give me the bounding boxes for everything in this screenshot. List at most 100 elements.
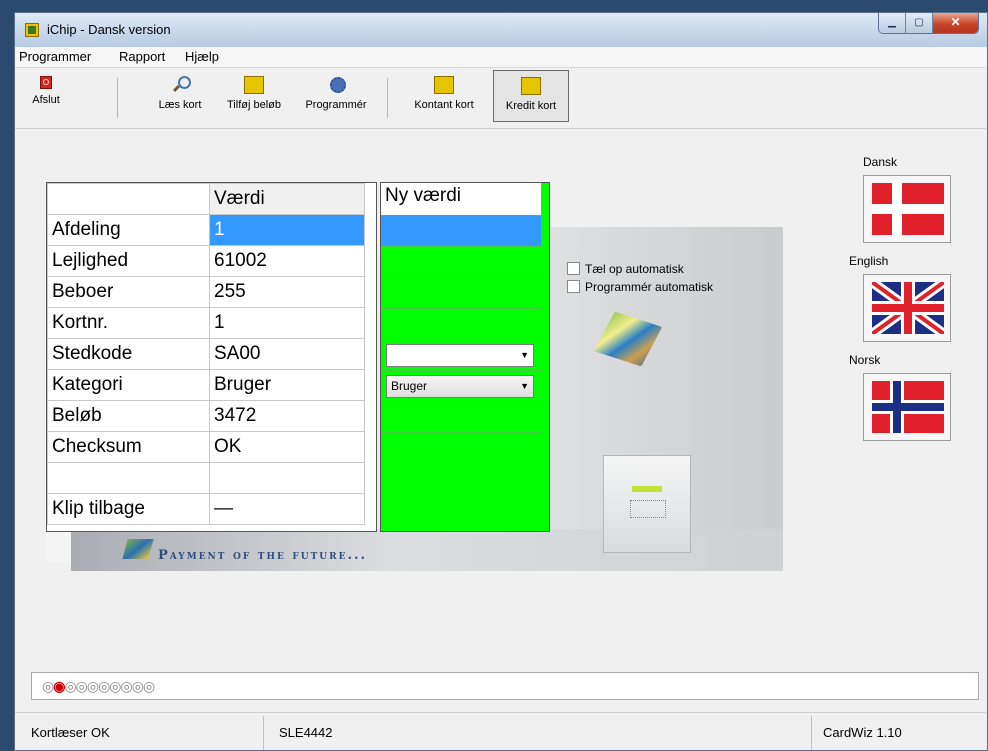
credit-card-icon (521, 77, 541, 95)
row-value[interactable] (209, 462, 365, 494)
card-terminal-image (603, 455, 691, 553)
tilfoj-belob-label: Tilføj beløb (227, 99, 281, 111)
row-label: Kategori (47, 369, 210, 401)
laes-kort-label: Læs kort (158, 99, 202, 111)
kontant-kort-button[interactable]: Kontant kort (399, 70, 489, 122)
checkbox-box[interactable] (567, 280, 580, 293)
kategori-dropdown[interactable]: Bruger ▼ (386, 375, 534, 398)
row-label: Lejlighed (47, 245, 210, 277)
toolbar-separator (387, 78, 388, 118)
grid-row[interactable]: Beløb 3472 (47, 400, 365, 432)
new-value-cell[interactable]: ▼ (381, 340, 541, 371)
grid-row[interactable] (47, 462, 365, 494)
toolbar-separator (117, 78, 118, 118)
new-value-cell[interactable] (381, 247, 541, 278)
new-value-header: Ny værdi (381, 183, 541, 216)
chevron-down-icon: ▼ (520, 350, 529, 360)
new-value-cell[interactable] (381, 278, 541, 309)
grid-row[interactable]: Checksum OK (47, 431, 365, 463)
row-value[interactable]: 1 (209, 214, 365, 246)
status-separator (263, 716, 264, 750)
afslut-label: Afslut (32, 94, 60, 106)
title-bar: iChip - Dansk version ▁ ▢ ✕ (15, 13, 987, 48)
row-label: Beløb (47, 400, 210, 432)
maximize-button[interactable]: ▢ (906, 13, 933, 33)
danish-flag-icon (872, 183, 944, 235)
row-label: Kortnr. (47, 307, 210, 339)
row-label: Afdeling (47, 214, 210, 246)
grid-row[interactable]: Klip tilbage — (47, 493, 365, 525)
card-values-grid: Værdi Afdeling 1 Lejlighed 61002 Beboer 255… (46, 182, 377, 532)
grid-row[interactable]: Beboer 255 (47, 276, 365, 308)
new-value-cell[interactable]: Bruger ▼ (381, 371, 541, 402)
programmer-auto-checkbox[interactable]: Programmér automatisk (567, 280, 713, 294)
english-label: English (849, 254, 889, 268)
menu-rapport[interactable]: Rapport (119, 49, 165, 64)
afslut-button[interactable]: O Afslut (23, 70, 69, 122)
app-version: CardWiz 1.10 (823, 725, 902, 740)
new-value-cell[interactable] (381, 216, 541, 247)
tilfoj-belob-button[interactable]: Tilføj beløb (217, 70, 291, 122)
cash-card-icon (434, 76, 454, 94)
chip-type: SLE4442 (279, 725, 333, 740)
programmer-label: Programmér (305, 99, 367, 111)
grid-row[interactable]: Kategori Bruger (47, 369, 365, 401)
danish-flag-button[interactable] (863, 175, 951, 243)
row-value[interactable]: 1 (209, 307, 365, 339)
row-value[interactable]: 61002 (209, 245, 365, 277)
magnifier-icon (170, 76, 191, 94)
new-value-cell[interactable] (381, 402, 541, 433)
grid-row[interactable]: Stedkode SA00 (47, 338, 365, 370)
stedkode-dropdown[interactable]: ▼ (386, 344, 534, 367)
kredit-kort-button[interactable]: Kredit kort (493, 70, 569, 122)
progress-dots-icon: ◎◉◎◎◎◎◎◎◎◎ (42, 678, 155, 694)
tael-op-checkbox[interactable]: Tæl op automatisk (567, 262, 684, 276)
norwegian-flag-button[interactable] (863, 373, 951, 441)
programmer-button[interactable]: Programmér (295, 70, 377, 122)
menu-programmer[interactable]: Programmer (19, 49, 91, 64)
main-panel: Payment of the future... Værdi Afdeling 1… (15, 129, 987, 683)
row-label: Checksum (47, 431, 210, 463)
window-title: iChip - Dansk version (47, 22, 171, 37)
menu-hjaelp[interactable]: Hjælp (185, 49, 219, 64)
value-column-header: Værdi (209, 183, 365, 215)
uk-flag-icon (872, 282, 944, 334)
close-button[interactable]: ✕ (933, 13, 978, 33)
norsk-label: Norsk (849, 353, 881, 367)
minimize-button[interactable]: ▁ (879, 13, 906, 33)
row-value[interactable]: Bruger (209, 369, 365, 401)
grid-row[interactable]: Afdeling 1 (47, 214, 365, 246)
app-icon (25, 23, 39, 37)
menu-bar: Programmer Rapport Hjælp (15, 47, 987, 68)
banner-slogan: Payment of the future... (158, 548, 368, 563)
status-bar: Kortlæser OK SLE4442 CardWiz 1.10 (15, 712, 987, 750)
grid-row[interactable]: Kortnr. 1 (47, 307, 365, 339)
row-value[interactable]: OK (209, 431, 365, 463)
laes-kort-button[interactable]: Læs kort (147, 70, 213, 122)
window-controls: ▁ ▢ ✕ (878, 13, 979, 34)
grid-header-row: Værdi (47, 183, 365, 215)
english-flag-button[interactable] (863, 274, 951, 342)
row-value[interactable]: 3472 (209, 400, 365, 432)
chevron-down-icon: ▼ (520, 381, 529, 391)
tael-op-label: Tæl op automatisk (585, 262, 684, 276)
payment-logo-icon (122, 539, 154, 559)
progress-indicator: ◎◉◎◎◎◎◎◎◎◎ (31, 672, 979, 700)
row-value[interactable]: 255 (209, 276, 365, 308)
app-window: iChip - Dansk version ▁ ▢ ✕ Programmer R… (14, 12, 988, 751)
kredit-kort-label: Kredit kort (505, 100, 557, 112)
row-label: Klip tilbage (47, 493, 210, 525)
new-value-cell[interactable] (381, 309, 541, 340)
row-value[interactable]: — (209, 493, 365, 525)
norwegian-flag-icon (872, 381, 944, 433)
grid-row[interactable]: Lejlighed 61002 (47, 245, 365, 277)
checkbox-box[interactable] (567, 262, 580, 275)
kategori-selected: Bruger (391, 379, 428, 393)
toolbar: O Afslut Læs kort Tilføj beløb Programmé… (15, 68, 987, 129)
card-icon (244, 76, 264, 94)
status-separator (811, 716, 812, 750)
reader-status: Kortlæser OK (31, 725, 110, 740)
row-label: Stedkode (47, 338, 210, 370)
grid-corner (47, 183, 210, 215)
row-value[interactable]: SA00 (209, 338, 365, 370)
